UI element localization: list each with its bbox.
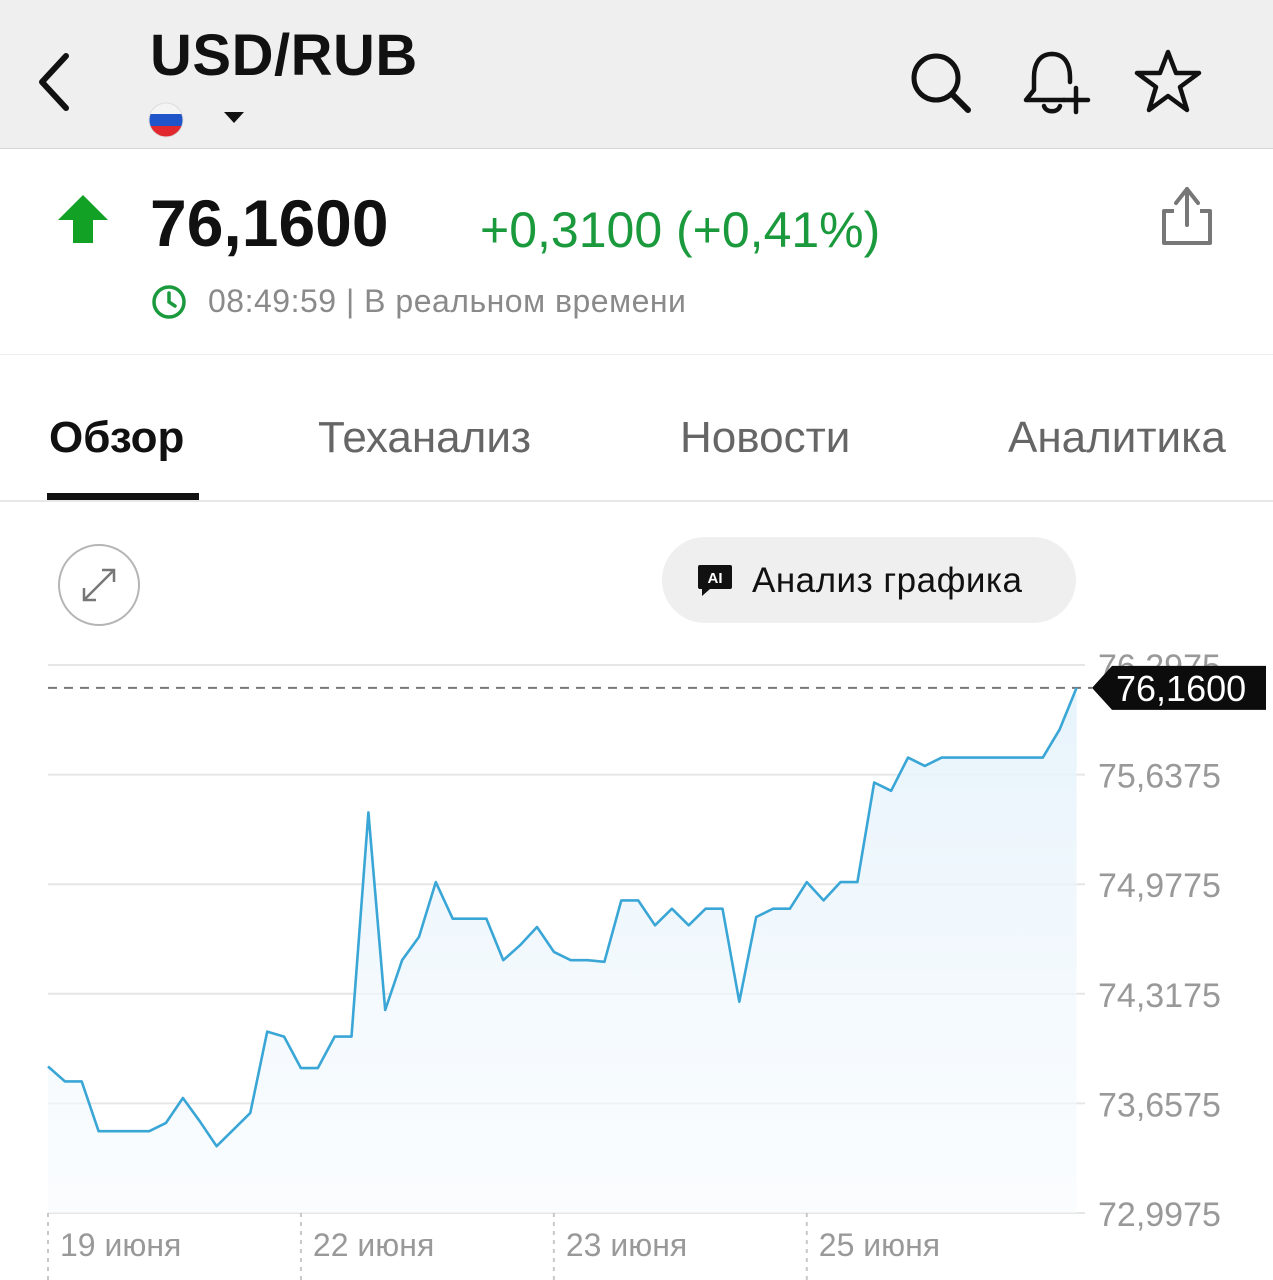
share-button[interactable] — [1150, 179, 1224, 253]
x-tick-label: 22 июня — [313, 1227, 434, 1263]
expand-icon — [82, 568, 116, 602]
quote-timestamp: 08:49:59 | В реальном времени — [208, 283, 687, 319]
star-icon — [1134, 49, 1202, 113]
x-tick-label: 23 июня — [566, 1227, 687, 1263]
tab-technical[interactable]: Теханализ — [318, 413, 531, 463]
tab-news[interactable]: Новости — [680, 413, 850, 463]
share-icon — [1162, 187, 1212, 245]
current-price-tag: 76,1600 — [1092, 665, 1266, 710]
y-tick-label: 75,6375 — [1098, 758, 1221, 796]
expand-chart-button[interactable] — [58, 544, 140, 626]
current-price: 76,1600 — [150, 186, 389, 260]
y-axis-labels: 76,297575,637574,977574,317573,657572,99… — [1098, 648, 1221, 1234]
tab-analytics[interactable]: Аналитика — [1008, 413, 1226, 463]
tab-overview[interactable]: Обзор — [49, 413, 184, 463]
add-alert-button[interactable] — [1016, 44, 1092, 120]
y-tick-label: 74,9775 — [1098, 867, 1221, 905]
back-icon — [39, 53, 69, 111]
page-title: USD/RUB — [150, 23, 418, 88]
search-icon — [911, 53, 971, 113]
ai-chart-analysis-button[interactable]: AI Анализ графика — [662, 537, 1076, 623]
x-axis-labels: 19 июня 22 июня 23 июня 25 июня — [60, 1227, 940, 1263]
arrow-up-icon — [58, 195, 108, 243]
chevron-down-icon — [224, 112, 244, 123]
ai-chat-icon: AI — [698, 565, 732, 596]
exchange-dropdown[interactable] — [220, 106, 248, 128]
ai-icon-text: AI — [708, 570, 723, 587]
y-tick-label: 72,9975 — [1098, 1196, 1221, 1234]
y-tick-label: 73,6575 — [1098, 1086, 1221, 1124]
current-price-tag-label: 76,1600 — [1116, 668, 1246, 709]
active-tab-indicator — [47, 493, 199, 500]
price-change: +0,3100 (+0,41%) — [480, 202, 881, 258]
favorite-button[interactable] — [1130, 44, 1206, 120]
quote-panel: 76,1600 +0,3100 (+0,41%) 08:49:59 | В ре… — [0, 149, 1273, 355]
back-button[interactable] — [30, 48, 86, 118]
x-tick-label: 19 июня — [60, 1227, 181, 1263]
clock-icon — [152, 285, 186, 319]
bell-plus-icon — [1023, 51, 1091, 115]
y-tick-label: 74,3175 — [1098, 977, 1221, 1015]
x-tick-label: 25 июня — [819, 1227, 940, 1263]
price-chart[interactable]: 76,297575,637574,977574,317573,657572,99… — [0, 630, 1273, 1280]
ai-button-label: Анализ графика — [752, 561, 1023, 600]
top-bar: USD/RUB — [0, 0, 1273, 149]
search-button[interactable] — [902, 44, 978, 120]
tab-bar: Обзор Теханализ Новости Аналитика — [0, 355, 1273, 502]
chart-area-fill — [48, 687, 1077, 1213]
flag-ru-icon — [148, 102, 184, 138]
